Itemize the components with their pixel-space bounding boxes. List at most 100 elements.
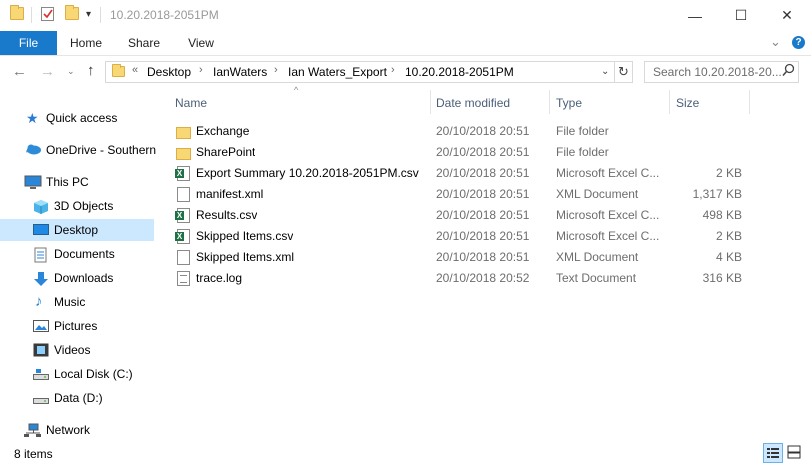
table-row[interactable]: Results.csv 20/10/2018 20:51 Microsoft E… <box>170 205 750 226</box>
refresh-icon: ↻ <box>618 64 629 79</box>
documents-icon <box>34 247 49 263</box>
table-row[interactable]: manifest.xml 20/10/2018 20:51 XML Docume… <box>170 184 750 205</box>
large-icons-view-button[interactable] <box>785 443 805 463</box>
column-divider[interactable] <box>749 90 750 114</box>
table-row[interactable]: Skipped Items.csv 20/10/2018 20:51 Micro… <box>170 226 750 247</box>
nav-item-data-drive[interactable]: Data (D:) <box>0 387 154 409</box>
search-input[interactable]: Search 10.20.2018-20... <box>644 61 799 83</box>
nav-item-videos[interactable]: Videos <box>0 339 154 361</box>
nav-label: Downloads <box>54 271 114 285</box>
column-header-name[interactable]: Name <box>175 96 207 110</box>
breadcrumb-current[interactable]: 10.20.2018-2051PM <box>405 65 514 79</box>
nav-item-this-pc[interactable]: This PC <box>0 171 154 193</box>
column-divider[interactable] <box>669 90 670 114</box>
nav-item-music[interactable]: ♪ Music <box>0 291 154 313</box>
sort-ascending-icon: ^ <box>294 85 299 95</box>
address-dropdown-icon[interactable]: ⌄ <box>601 66 609 77</box>
ribbon-tabs: File Home Share View ⌄ ? <box>0 31 811 56</box>
search-placeholder: Search 10.20.2018-20... <box>653 65 782 79</box>
file-name: SharePoint <box>196 145 256 159</box>
file-type: XML Document <box>556 187 639 201</box>
refresh-button[interactable]: ↻ <box>615 61 633 83</box>
up-arrow-icon[interactable]: ↑ <box>87 62 95 79</box>
file-date: 20/10/2018 20:51 <box>436 229 530 243</box>
tab-file[interactable]: File <box>0 31 57 55</box>
search-icon[interactable] <box>782 63 795 80</box>
nav-item-documents[interactable]: Documents <box>0 243 154 265</box>
column-header-size[interactable]: Size <box>676 96 699 110</box>
back-arrow-icon[interactable]: ← <box>12 63 27 80</box>
nav-label: Network <box>46 423 91 437</box>
chevron-right-icon[interactable]: › <box>274 64 278 76</box>
nav-item-downloads[interactable]: Downloads <box>0 267 154 289</box>
nav-item-desktop[interactable]: Desktop <box>0 219 154 241</box>
new-folder-icon[interactable] <box>65 5 79 20</box>
breadcrumb-desktop[interactable]: Desktop <box>147 65 191 79</box>
nav-item-3d-objects[interactable]: 3D Objects <box>0 195 154 217</box>
video-icon <box>33 343 49 357</box>
nav-item-quick-access[interactable]: ★ Quick access <box>0 107 154 129</box>
expand-ribbon-icon[interactable]: ⌄ <box>770 34 781 50</box>
tab-home[interactable]: Home <box>63 31 109 55</box>
breadcrumb-export[interactable]: Ian Waters_Export <box>288 65 387 79</box>
window-title: 10.20.2018-2051PM <box>110 8 219 22</box>
nav-item-network[interactable]: Network <box>0 419 154 441</box>
nav-item-onedrive[interactable]: OneDrive - Southern <box>0 139 156 161</box>
table-row[interactable]: trace.log 20/10/2018 20:52 Text Document… <box>170 268 750 289</box>
tab-view[interactable]: View <box>178 31 224 55</box>
table-row[interactable]: Skipped Items.xml 20/10/2018 20:51 XML D… <box>170 247 750 268</box>
tab-share[interactable]: Share <box>121 31 167 55</box>
file-date: 20/10/2018 20:51 <box>436 187 530 201</box>
folder-icon <box>10 5 24 20</box>
table-row[interactable]: SharePoint 20/10/2018 20:51 File folder <box>170 142 750 163</box>
nav-anchor <box>0 90 1 91</box>
column-header-date[interactable]: Date modified <box>436 96 510 110</box>
file-name: Exchange <box>196 124 250 138</box>
file-size: 316 KB <box>702 271 742 285</box>
file-name: trace.log <box>196 271 243 285</box>
overflow-chevron[interactable]: « <box>132 64 138 76</box>
file-date: 20/10/2018 20:51 <box>436 166 530 180</box>
forward-arrow-icon[interactable]: → <box>40 63 55 80</box>
help-icon[interactable]: ? <box>792 36 805 49</box>
table-row[interactable]: Export Summary 10.20.2018-2051PM.csv 20/… <box>170 163 750 184</box>
file-name: manifest.xml <box>196 187 264 201</box>
desktop-icon <box>33 223 49 237</box>
file-type: XML Document <box>556 250 639 264</box>
chevron-right-icon[interactable]: › <box>391 64 395 76</box>
text-file-icon <box>177 271 190 286</box>
cube-icon <box>33 199 48 214</box>
details-view-button[interactable] <box>763 443 783 463</box>
folder-icon <box>176 127 191 139</box>
status-bar <box>0 442 811 466</box>
maximize-icon: ☐ <box>734 7 748 23</box>
file-date: 20/10/2018 20:51 <box>436 250 530 264</box>
maximize-button[interactable]: ☐ <box>718 0 764 31</box>
nav-label: This PC <box>46 175 89 189</box>
pictures-icon <box>33 319 49 333</box>
cloud-icon <box>25 143 41 157</box>
nav-label: Pictures <box>54 319 98 333</box>
recent-locations-icon[interactable]: ⌄ <box>67 66 75 77</box>
file-type: File folder <box>556 124 609 138</box>
large-icons-view-icon <box>787 445 801 459</box>
customize-quick-access-icon[interactable]: ▾ <box>86 9 91 20</box>
file-date: 20/10/2018 20:52 <box>436 271 530 285</box>
column-divider[interactable] <box>430 90 431 114</box>
nav-item-pictures[interactable]: Pictures <box>0 315 154 337</box>
file-size: 2 KB <box>715 229 742 243</box>
breadcrumb-ianwaters[interactable]: IanWaters <box>213 65 267 79</box>
file-type: Microsoft Excel C... <box>556 229 659 243</box>
nav-item-local-disk[interactable]: Local Disk (C:) <box>0 363 154 385</box>
table-row[interactable]: Exchange 20/10/2018 20:51 File folder <box>170 121 750 142</box>
properties-icon[interactable] <box>41 7 54 21</box>
column-header-type[interactable]: Type <box>556 96 582 110</box>
excel-icon <box>175 208 190 223</box>
file-type: Text Document <box>556 271 637 285</box>
chevron-right-icon[interactable]: › <box>199 64 203 76</box>
drive-icon <box>33 367 49 381</box>
column-divider[interactable] <box>549 90 550 114</box>
divider <box>31 7 32 23</box>
close-button[interactable]: ✕ <box>764 0 810 31</box>
minimize-button[interactable]: — <box>672 0 718 31</box>
